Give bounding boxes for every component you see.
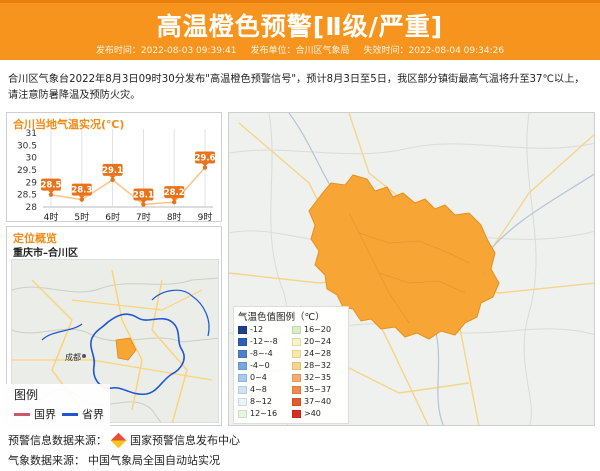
scale-label: 28~32	[304, 361, 332, 370]
data-label-pointer	[202, 163, 208, 167]
data-label: 28.5	[41, 181, 62, 191]
y-tick-label: 30	[26, 154, 38, 164]
y-tick-label: 28	[26, 203, 38, 213]
province-border-label: 省界	[82, 408, 104, 421]
scale-label: 37~40	[304, 397, 332, 406]
scale-label: 4~8	[250, 385, 267, 394]
scale-item: 32~35	[292, 373, 331, 382]
x-tick-label: 6时	[105, 211, 120, 223]
weather-source-value: 中国气象局全国自动站实况	[88, 454, 220, 467]
x-tick-label: 9时	[198, 211, 213, 223]
data-label-pointer	[109, 175, 116, 179]
source-label: 预警信息数据来源：	[8, 434, 107, 447]
issue-time: 发布时间：2022-08-03 09:39:41	[95, 46, 237, 56]
y-tick-label: 29	[26, 178, 38, 188]
scale-item: 24~28	[292, 349, 331, 358]
national-border-label: 国界	[34, 408, 56, 421]
scale-label: 16~20	[304, 325, 332, 334]
temperature-scale-legend: 气温色值图例（℃） -12 -12~-8 -8~-4 -4~0 0~4 4~8 8~12 12…	[233, 306, 349, 424]
scale-swatch	[238, 409, 247, 418]
scale-item: 16~20	[292, 325, 331, 334]
temperature-panel: 合川当地气温实况(℃) 31 30.5 30 29.5 29 28.5 28 4时 5时 6时 7时…	[6, 112, 222, 223]
scale-item: -4~0	[238, 361, 270, 370]
legend-national-border: 国界	[14, 406, 56, 422]
x-tick-label: 4时	[44, 211, 59, 223]
scale-label: 12~16	[250, 409, 278, 418]
scale-swatch	[292, 409, 301, 418]
place-chengdu: 成都	[65, 353, 81, 362]
temperature-chart: 3130.53029.52928.5284时 5时 6时 7时 8时 9时28.5 28.3…	[17, 129, 216, 223]
data-label: 28.2	[164, 188, 185, 198]
scale-swatch	[238, 337, 247, 346]
scale-swatch	[292, 361, 301, 370]
scale-swatch	[238, 349, 247, 358]
y-tick-label: 29.5	[17, 166, 37, 176]
scale-label: 35~37	[304, 385, 332, 394]
data-label: 28.1	[133, 191, 154, 201]
footer-source: 预警信息数据来源： 国家预警信息发布中心	[8, 432, 240, 448]
scale-swatch	[292, 373, 301, 382]
scale-label: 32~35	[304, 373, 332, 382]
x-tick-label: 5时	[74, 211, 89, 223]
y-tick-label: 31	[26, 129, 37, 139]
x-tick-label: 7时	[136, 211, 151, 223]
warning-meta: 发布时间：2022-08-03 09:39:41 发布单位：合川区气象局 失效时…	[0, 41, 600, 61]
scale-item: 12~16	[238, 409, 277, 418]
scale-item: 35~37	[292, 385, 331, 394]
scale-item: -12~-8	[238, 337, 278, 346]
scale-swatch	[238, 325, 247, 334]
data-label: 29.1	[102, 166, 123, 176]
y-tick-label: 30.5	[17, 141, 37, 151]
legend-title: 图例	[14, 388, 39, 402]
scale-item: 28~32	[292, 361, 331, 370]
scale-label: -12	[250, 325, 264, 334]
scale-label: 24~28	[304, 349, 332, 358]
warning-center-logo-icon	[110, 432, 127, 448]
scale-swatch	[238, 361, 247, 370]
scale-item: 4~8	[238, 385, 267, 394]
location-subtitle: 重庆市–合川区	[13, 248, 78, 259]
issuer: 发布单位：合川区气象局	[250, 46, 350, 56]
scale-swatch	[292, 349, 301, 358]
scale-item: -8~-4	[238, 349, 273, 358]
scale-swatch	[238, 385, 247, 394]
warning-description: 合川区气象台2022年8月3日09时30分发布"高温橙色预警信号"，预计8月3日…	[8, 74, 585, 101]
scale-item: 8~12	[238, 397, 272, 406]
expire-time: 失效时间：2022-08-04 09:34:26	[363, 46, 505, 56]
source-value[interactable]: 国家预警信息发布中心	[130, 432, 240, 448]
footer-weather-source: 气象数据来源： 中国气象局全国自动站实况	[8, 452, 220, 468]
scale-title: 气温色值图例（℃）	[238, 312, 325, 323]
x-tick-label: 8时	[167, 211, 182, 223]
data-label: 29.6	[195, 154, 216, 164]
scale-item: -12	[238, 325, 263, 334]
scale-label: 8~12	[250, 397, 272, 406]
national-border-swatch	[14, 412, 30, 416]
scale-item: 37~40	[292, 397, 331, 406]
scale-swatch	[292, 385, 301, 394]
scale-label: 20~24	[304, 337, 332, 346]
scale-label: 0~4	[250, 373, 267, 382]
scale-item: >40	[292, 409, 321, 418]
scale-item: 0~4	[238, 373, 267, 382]
scale-swatch	[238, 373, 247, 382]
warning-title: 高温橙色预警[Ⅱ级/严重]	[156, 12, 444, 41]
scale-swatch	[292, 325, 301, 334]
data-label: 28.3	[71, 186, 92, 196]
legend-province-border: 省界	[62, 406, 104, 422]
warning-banner: 高温橙色预警[Ⅱ级/严重] 发布时间：2022-08-03 09:39:41 发…	[0, 0, 600, 60]
scale-label: -12~-8	[250, 337, 278, 346]
scale-swatch	[292, 397, 301, 406]
weather-source-label: 气象数据来源：	[8, 454, 85, 467]
scale-label: -8~-4	[250, 349, 273, 358]
scale-label: >40	[304, 409, 321, 418]
boundary-legend: 图例 国界 省界	[6, 384, 110, 426]
scale-swatch	[238, 397, 247, 406]
data-label-pointer	[48, 190, 54, 194]
y-tick-label: 28.5	[17, 191, 37, 201]
scale-item: 20~24	[292, 337, 331, 346]
province-border-swatch	[62, 412, 78, 416]
scale-label: -4~0	[250, 361, 270, 370]
scale-swatch	[292, 337, 301, 346]
